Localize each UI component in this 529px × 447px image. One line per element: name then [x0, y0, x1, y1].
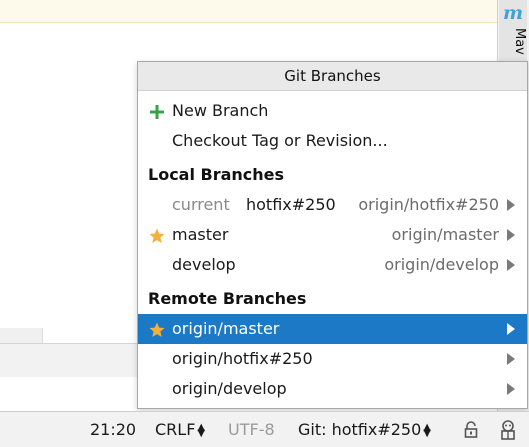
- updown-icon: ▲ ▼: [197, 421, 206, 439]
- tracking-branch: origin/master: [391, 225, 499, 244]
- line-separator-label: CRLF: [155, 420, 196, 439]
- checkout-tag-label: Checkout Tag or Revision...: [172, 131, 388, 150]
- vcs-branch-label: Git: hotfix#250: [298, 420, 422, 439]
- submenu-arrow-icon: [507, 199, 515, 211]
- submenu-arrow-icon: [507, 259, 515, 271]
- maven-icon[interactable]: m: [502, 2, 524, 24]
- checkout-tag-item[interactable]: Checkout Tag or Revision...: [138, 126, 527, 156]
- new-branch-label: New Branch: [172, 101, 269, 120]
- local-branches-header: Local Branches: [148, 165, 285, 184]
- remote-branch-row[interactable]: origin/develop: [138, 374, 527, 404]
- encoding-label: UTF-8: [228, 420, 275, 439]
- local-branch-name: master: [172, 225, 229, 244]
- editor-gutter-footer: [0, 328, 43, 343]
- remote-branch-name: origin/hotfix#250: [172, 349, 313, 368]
- local-branch-row[interactable]: master origin/master: [138, 220, 527, 250]
- new-branch-item[interactable]: New Branch: [138, 96, 527, 126]
- submenu-arrow-icon: [507, 229, 515, 241]
- submenu-arrow-icon: [507, 323, 515, 335]
- local-branch-row[interactable]: develop origin/develop: [138, 250, 527, 280]
- plus-icon: [150, 105, 164, 119]
- git-branches-popup: Git Branches New Branch Checkout Tag or …: [137, 61, 528, 409]
- tracking-branch: origin/hotfix#250: [358, 195, 499, 214]
- remote-branch-row[interactable]: origin/master: [138, 314, 527, 344]
- remote-branch-row[interactable]: origin/hotfix#250: [138, 344, 527, 374]
- remote-branch-name: origin/develop: [172, 379, 287, 398]
- star-icon: [149, 322, 165, 337]
- submenu-arrow-icon: [507, 383, 515, 395]
- inspector-icon[interactable]: [498, 419, 518, 441]
- current-prefix: current: [172, 195, 230, 214]
- caret-position[interactable]: 21:20: [90, 420, 136, 439]
- submenu-arrow-icon: [507, 353, 515, 365]
- remote-branches-header: Remote Branches: [148, 289, 307, 308]
- tracking-branch: origin/develop: [384, 255, 499, 274]
- vcs-branch-widget[interactable]: Git: hotfix#250 ▲ ▼: [298, 420, 431, 439]
- star-icon: [149, 228, 165, 243]
- local-branch-name: hotfix#250: [246, 195, 336, 214]
- popup-title: Git Branches: [138, 62, 527, 91]
- lock-icon[interactable]: [463, 421, 479, 439]
- line-separator-widget[interactable]: CRLF ▲ ▼: [155, 420, 205, 439]
- local-branch-row[interactable]: current hotfix#250 origin/hotfix#250: [138, 190, 527, 220]
- remote-branch-name: origin/master: [172, 319, 280, 338]
- updown-icon: ▲ ▼: [423, 421, 431, 439]
- local-branch-name: develop: [172, 255, 236, 274]
- status-bar: 21:20 CRLF ▲ ▼ UTF-8 Git: hotfix#250 ▲ ▼: [0, 411, 529, 447]
- editor-notification-banner: [0, 0, 497, 23]
